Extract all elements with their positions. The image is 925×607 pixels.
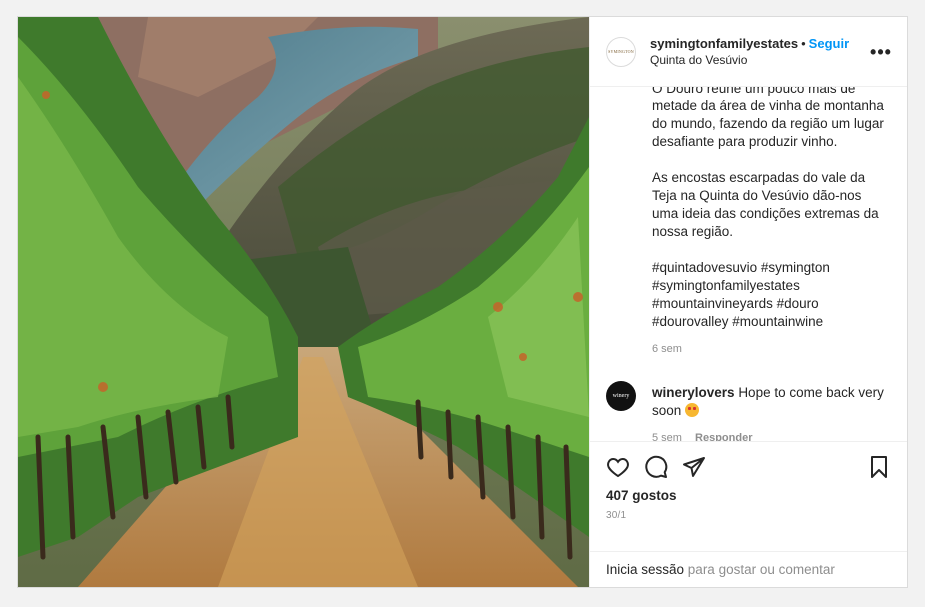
post-username[interactable]: symingtonfamilyestates: [650, 36, 798, 51]
header-text: symingtonfamilyestates • Seguir Quinta do …: [650, 36, 869, 68]
caption-paragraph-1: metade da área de vinha de montanha do m…: [652, 98, 884, 149]
heart-icon[interactable]: [606, 455, 630, 479]
action-icons: [606, 452, 891, 482]
comment-meta: 5 sem Responder: [652, 432, 891, 441]
commenter-avatar[interactable]: winery: [606, 381, 636, 411]
login-prompt-text: para gostar ou comentar: [684, 562, 835, 577]
separator-dot: •: [801, 35, 806, 51]
commenter-username[interactable]: winerylovers: [652, 385, 735, 400]
post-side-panel: SYMINGTON symingtonfamilyestates • Seguir …: [589, 17, 907, 587]
follow-button[interactable]: Seguir: [809, 36, 849, 51]
login-prompt: Inicia sessão para gostar ou comentar: [590, 551, 907, 587]
comment-time: 5 sem: [652, 432, 682, 441]
commenter-logo: winery: [612, 393, 630, 399]
caption-paragraph-2: As encostas escarpadas do vale da Teja n…: [652, 170, 879, 239]
caption-time: 6 sem: [652, 343, 682, 355]
comments-area[interactable]: O Douro reúne um pouco mais de metade da…: [590, 87, 907, 441]
caption-hashtags[interactable]: #quintadovesuvio #symington #symingtonfa…: [652, 259, 891, 331]
reply-button[interactable]: Responder: [695, 432, 752, 441]
login-link[interactable]: Inicia sessão: [606, 562, 684, 577]
heart-eyes-emoji-icon: [685, 403, 700, 417]
post-actions: 407 gostos 30/1: [590, 441, 907, 551]
vineyard-photo: [18, 17, 589, 587]
share-icon[interactable]: [682, 455, 706, 479]
caption: metade da área de vinha de montanha do m…: [652, 97, 891, 355]
comment-icon[interactable]: [644, 455, 668, 479]
profile-avatar[interactable]: SYMINGTON: [606, 36, 636, 67]
caption-cut-line: O Douro reúne um pouco mais de: [652, 87, 856, 96]
location-link[interactable]: Quinta do Vesúvio: [650, 52, 869, 68]
post-date: 30/1: [606, 510, 627, 521]
comment-text: winerylovers Hope to come back very soon: [652, 381, 891, 420]
comment-item: winery winerylovers Hope to come back ve…: [606, 381, 891, 441]
more-options-icon[interactable]: •••: [869, 43, 893, 61]
post-photo[interactable]: [18, 17, 589, 587]
post-header: SYMINGTON symingtonfamilyestates • Seguir …: [590, 17, 907, 87]
brand-logo: SYMINGTON: [608, 48, 634, 54]
likes-count[interactable]: 407 gostos: [606, 488, 891, 503]
instagram-post: SYMINGTON symingtonfamilyestates • Seguir …: [17, 16, 908, 588]
bookmark-icon[interactable]: [867, 455, 891, 479]
